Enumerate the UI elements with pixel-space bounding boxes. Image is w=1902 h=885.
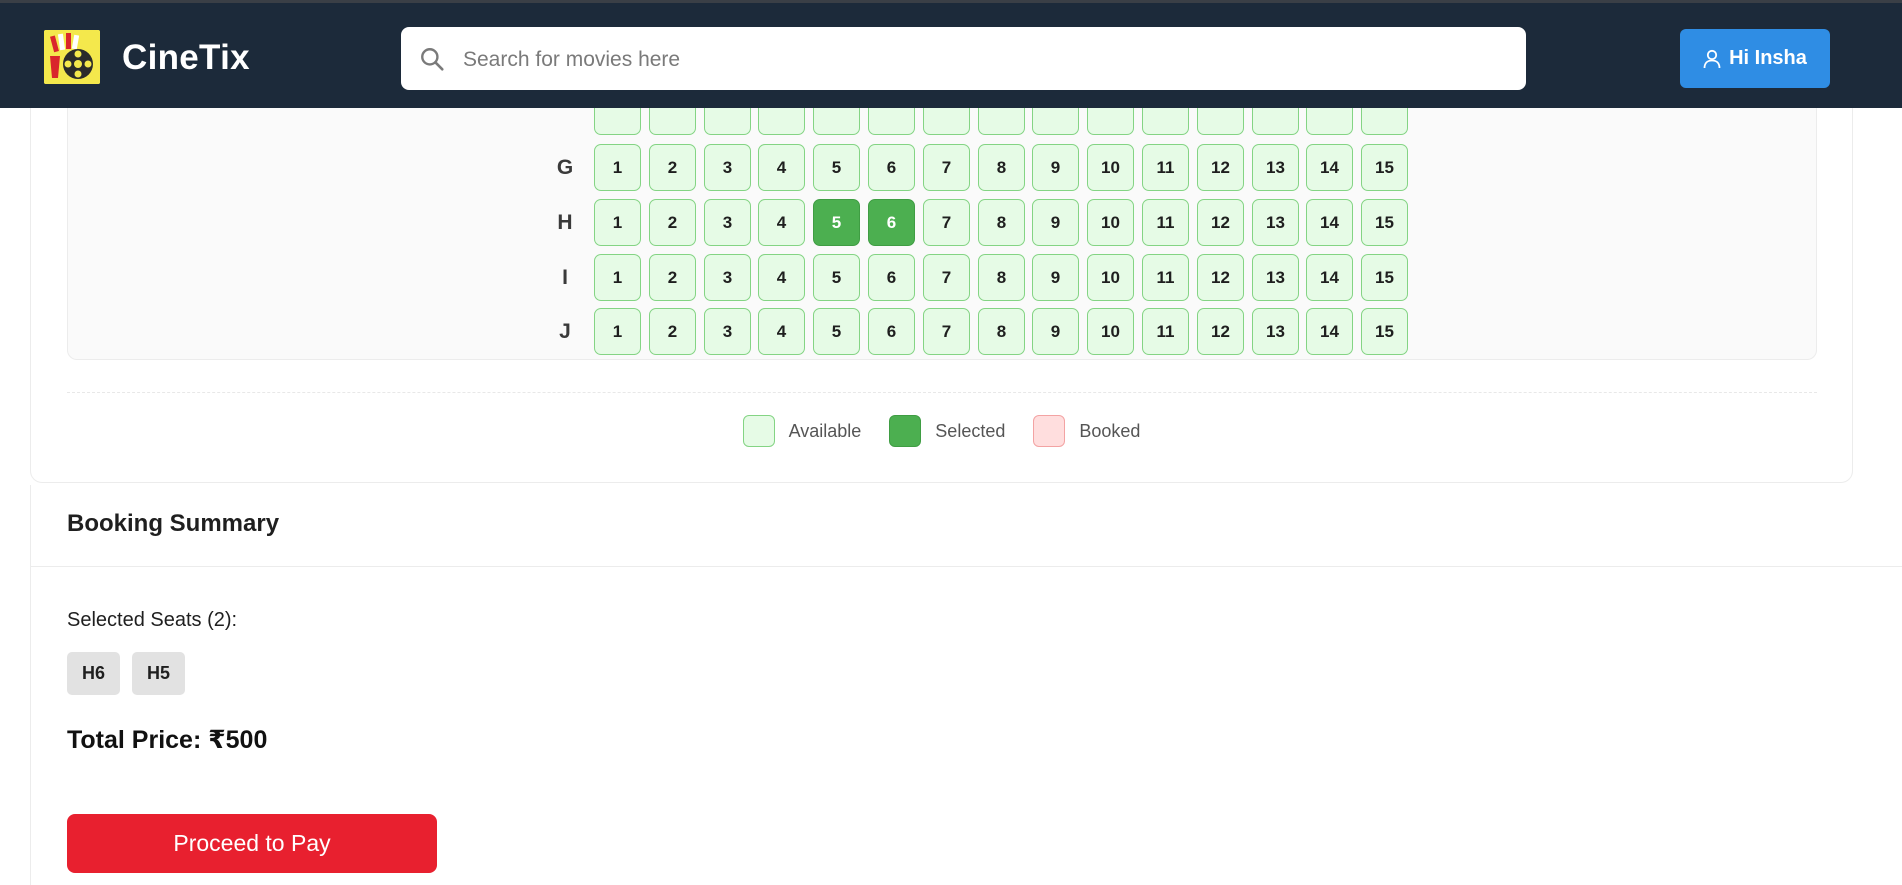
legend-available-label: Available — [788, 420, 862, 441]
seat-I14[interactable]: 14 — [1306, 254, 1353, 301]
seat-I13[interactable]: 13 — [1252, 254, 1299, 301]
search-input[interactable] — [461, 27, 1505, 92]
seat-H3[interactable]: 3 — [704, 199, 751, 246]
seat-I12[interactable]: 12 — [1197, 254, 1244, 301]
seat-G1[interactable]: 1 — [594, 144, 641, 191]
seat-I6[interactable]: 6 — [868, 254, 915, 301]
legend-booked: Booked — [1033, 415, 1140, 447]
legend-selected-label: Selected — [935, 420, 1006, 441]
user-account-button[interactable]: Hi Insha — [1680, 29, 1830, 88]
brand-name[interactable]: CineTix — [122, 38, 250, 78]
seat-I11[interactable]: 11 — [1142, 254, 1189, 301]
seat-J7[interactable]: 7 — [923, 308, 970, 355]
seat-J8[interactable]: 8 — [978, 308, 1025, 355]
seat-G4[interactable]: 4 — [758, 144, 805, 191]
available-swatch — [742, 415, 775, 447]
seat-I8[interactable]: 8 — [978, 254, 1025, 301]
seat-H11[interactable]: 11 — [1142, 199, 1189, 246]
selected-seats-label: Selected Seats (2): — [67, 609, 238, 631]
booking-summary: Booking Summary Selected Seats (2): H6 H… — [30, 485, 1902, 885]
legend-divider — [67, 392, 1817, 393]
seat-J15[interactable]: 15 — [1361, 308, 1408, 355]
booked-swatch — [1033, 415, 1066, 447]
seat-G14[interactable]: 14 — [1306, 144, 1353, 191]
total-price: Total Price: ₹500 — [67, 726, 268, 754]
seat-chip: H6 — [67, 652, 121, 695]
seat-I15[interactable]: 15 — [1361, 254, 1408, 301]
seat-J10[interactable]: 10 — [1087, 308, 1134, 355]
seat-J1[interactable]: 1 — [594, 308, 641, 355]
seat-H14[interactable]: 14 — [1306, 199, 1353, 246]
seat-H7[interactable]: 7 — [923, 199, 970, 246]
selected-seat-chips: H6 H5 — [67, 652, 186, 695]
seat-G11[interactable]: 11 — [1142, 144, 1189, 191]
search-bar[interactable] — [401, 27, 1526, 92]
seat-H9[interactable]: 9 — [1032, 199, 1079, 246]
seat-chip: H5 — [132, 652, 186, 695]
seat-I7[interactable]: 7 — [923, 254, 970, 301]
seat-J4[interactable]: 4 — [758, 308, 805, 355]
legend-booked-label: Booked — [1079, 420, 1141, 441]
seat-G5[interactable]: 5 — [813, 144, 860, 191]
seat-G8[interactable]: 8 — [978, 144, 1025, 191]
seat-G3[interactable]: 3 — [704, 144, 751, 191]
seat-J3[interactable]: 3 — [704, 308, 751, 355]
row-label: G — [556, 155, 574, 179]
legend-available: Available — [742, 415, 862, 447]
seat-I4[interactable]: 4 — [758, 254, 805, 301]
proceed-to-pay-button[interactable]: Proceed to Pay — [67, 814, 437, 873]
seat-selection-card: G 1 2 3 4 5 6 7 8 9 10 11 12 13 14 15 H 1 2 3 4 5 6 7 8 9 10 11 12 13… — [30, 80, 1853, 483]
seat-H13[interactable]: 13 — [1252, 199, 1299, 246]
row-label: J — [559, 319, 571, 343]
seat-I5[interactable]: 5 — [813, 254, 860, 301]
seat-J6[interactable]: 6 — [868, 308, 915, 355]
seat-J9[interactable]: 9 — [1032, 308, 1079, 355]
seat-H8[interactable]: 8 — [978, 199, 1025, 246]
search-icon — [421, 48, 444, 71]
seat-H5[interactable]: 5 — [813, 199, 860, 246]
seat-H2[interactable]: 2 — [649, 199, 696, 246]
legend-selected: Selected — [889, 415, 1005, 447]
seat-row-i: I 1 2 3 4 5 6 7 8 9 10 11 12 13 14 15 — [68, 254, 1816, 301]
seat-row-g: G 1 2 3 4 5 6 7 8 9 10 11 12 13 14 15 — [68, 144, 1816, 191]
seat-J5[interactable]: 5 — [813, 308, 860, 355]
seat-H4[interactable]: 4 — [758, 199, 805, 246]
seat-G13[interactable]: 13 — [1252, 144, 1299, 191]
row-label: H — [557, 210, 573, 234]
selected-swatch — [889, 415, 922, 447]
seat-row-h: H 1 2 3 4 5 6 7 8 9 10 11 12 13 14 15 — [68, 199, 1816, 246]
top-navbar: CineTix Hi Insha — [0, 0, 1902, 108]
seat-G10[interactable]: 10 — [1087, 144, 1134, 191]
seat-H15[interactable]: 15 — [1361, 199, 1408, 246]
seat-H12[interactable]: 12 — [1197, 199, 1244, 246]
seat-row-j: J 1 2 3 4 5 6 7 8 9 10 11 12 13 14 15 — [68, 308, 1816, 355]
seat-J2[interactable]: 2 — [649, 308, 696, 355]
row-label: I — [562, 265, 568, 289]
seat-G9[interactable]: 9 — [1032, 144, 1079, 191]
film-reel-popcorn-logo[interactable] — [44, 30, 100, 84]
seat-I3[interactable]: 3 — [704, 254, 751, 301]
seat-legend: Available Selected Booked — [31, 414, 1852, 448]
seat-I9[interactable]: 9 — [1032, 254, 1079, 301]
seat-G2[interactable]: 2 — [649, 144, 696, 191]
seat-H1[interactable]: 1 — [594, 199, 641, 246]
seat-J14[interactable]: 14 — [1306, 308, 1353, 355]
seat-I10[interactable]: 10 — [1087, 254, 1134, 301]
user-button-label: Hi Insha — [1729, 47, 1807, 69]
user-icon — [1703, 49, 1721, 68]
seat-H10[interactable]: 10 — [1087, 199, 1134, 246]
summary-title: Booking Summary — [67, 510, 280, 537]
seat-J13[interactable]: 13 — [1252, 308, 1299, 355]
seat-G15[interactable]: 15 — [1361, 144, 1408, 191]
seat-G12[interactable]: 12 — [1197, 144, 1244, 191]
seat-map: G 1 2 3 4 5 6 7 8 9 10 11 12 13 14 15 H 1 2 3 4 5 6 7 8 9 10 11 12 13… — [67, 80, 1817, 360]
seat-I1[interactable]: 1 — [594, 254, 641, 301]
seat-J12[interactable]: 12 — [1197, 308, 1244, 355]
seat-H6[interactable]: 6 — [868, 199, 915, 246]
seat-G6[interactable]: 6 — [868, 144, 915, 191]
summary-divider — [31, 566, 1902, 567]
seat-G7[interactable]: 7 — [923, 144, 970, 191]
seat-J11[interactable]: 11 — [1142, 308, 1189, 355]
seat-I2[interactable]: 2 — [649, 254, 696, 301]
